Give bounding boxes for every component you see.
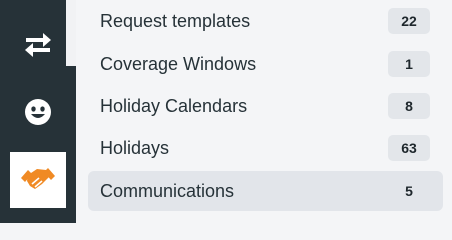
list-item-label: Request templates: [100, 11, 251, 31]
list-item-holidays[interactable]: Holidays 63: [88, 128, 443, 168]
rail-button-smiley[interactable]: [0, 92, 76, 132]
list-item-label: Communications: [100, 181, 235, 201]
rail-button-handshake[interactable]: [10, 152, 66, 208]
count-badge: 1: [388, 51, 430, 77]
list-item-label: Coverage Windows: [100, 54, 257, 74]
settings-list: Request templates 22 Coverage Windows 1 …: [76, 0, 452, 223]
list-item-label: Holiday Calendars: [100, 96, 248, 116]
count-badge: 5: [405, 183, 413, 199]
count-badge: 22: [388, 8, 430, 34]
list-item-holiday-calendars[interactable]: Holiday Calendars 8: [88, 86, 443, 126]
list-item-coverage-windows[interactable]: Coverage Windows 1: [88, 44, 443, 84]
count-badge: 63: [388, 135, 430, 161]
swap-arrows-icon: [25, 33, 51, 57]
list-item-communications[interactable]: Communications 5: [88, 171, 443, 211]
list-item-label: Holidays: [100, 138, 170, 158]
list-item-request-templates[interactable]: Request templates 22: [88, 1, 443, 41]
smiley-face-icon: [25, 99, 51, 125]
app-window: Request templates 22 Coverage Windows 1 …: [0, 0, 452, 223]
handshake-icon: [21, 168, 55, 189]
rail-button-swap[interactable]: [0, 23, 76, 67]
icon-rail: [0, 0, 76, 223]
count-badge: 8: [388, 93, 430, 119]
